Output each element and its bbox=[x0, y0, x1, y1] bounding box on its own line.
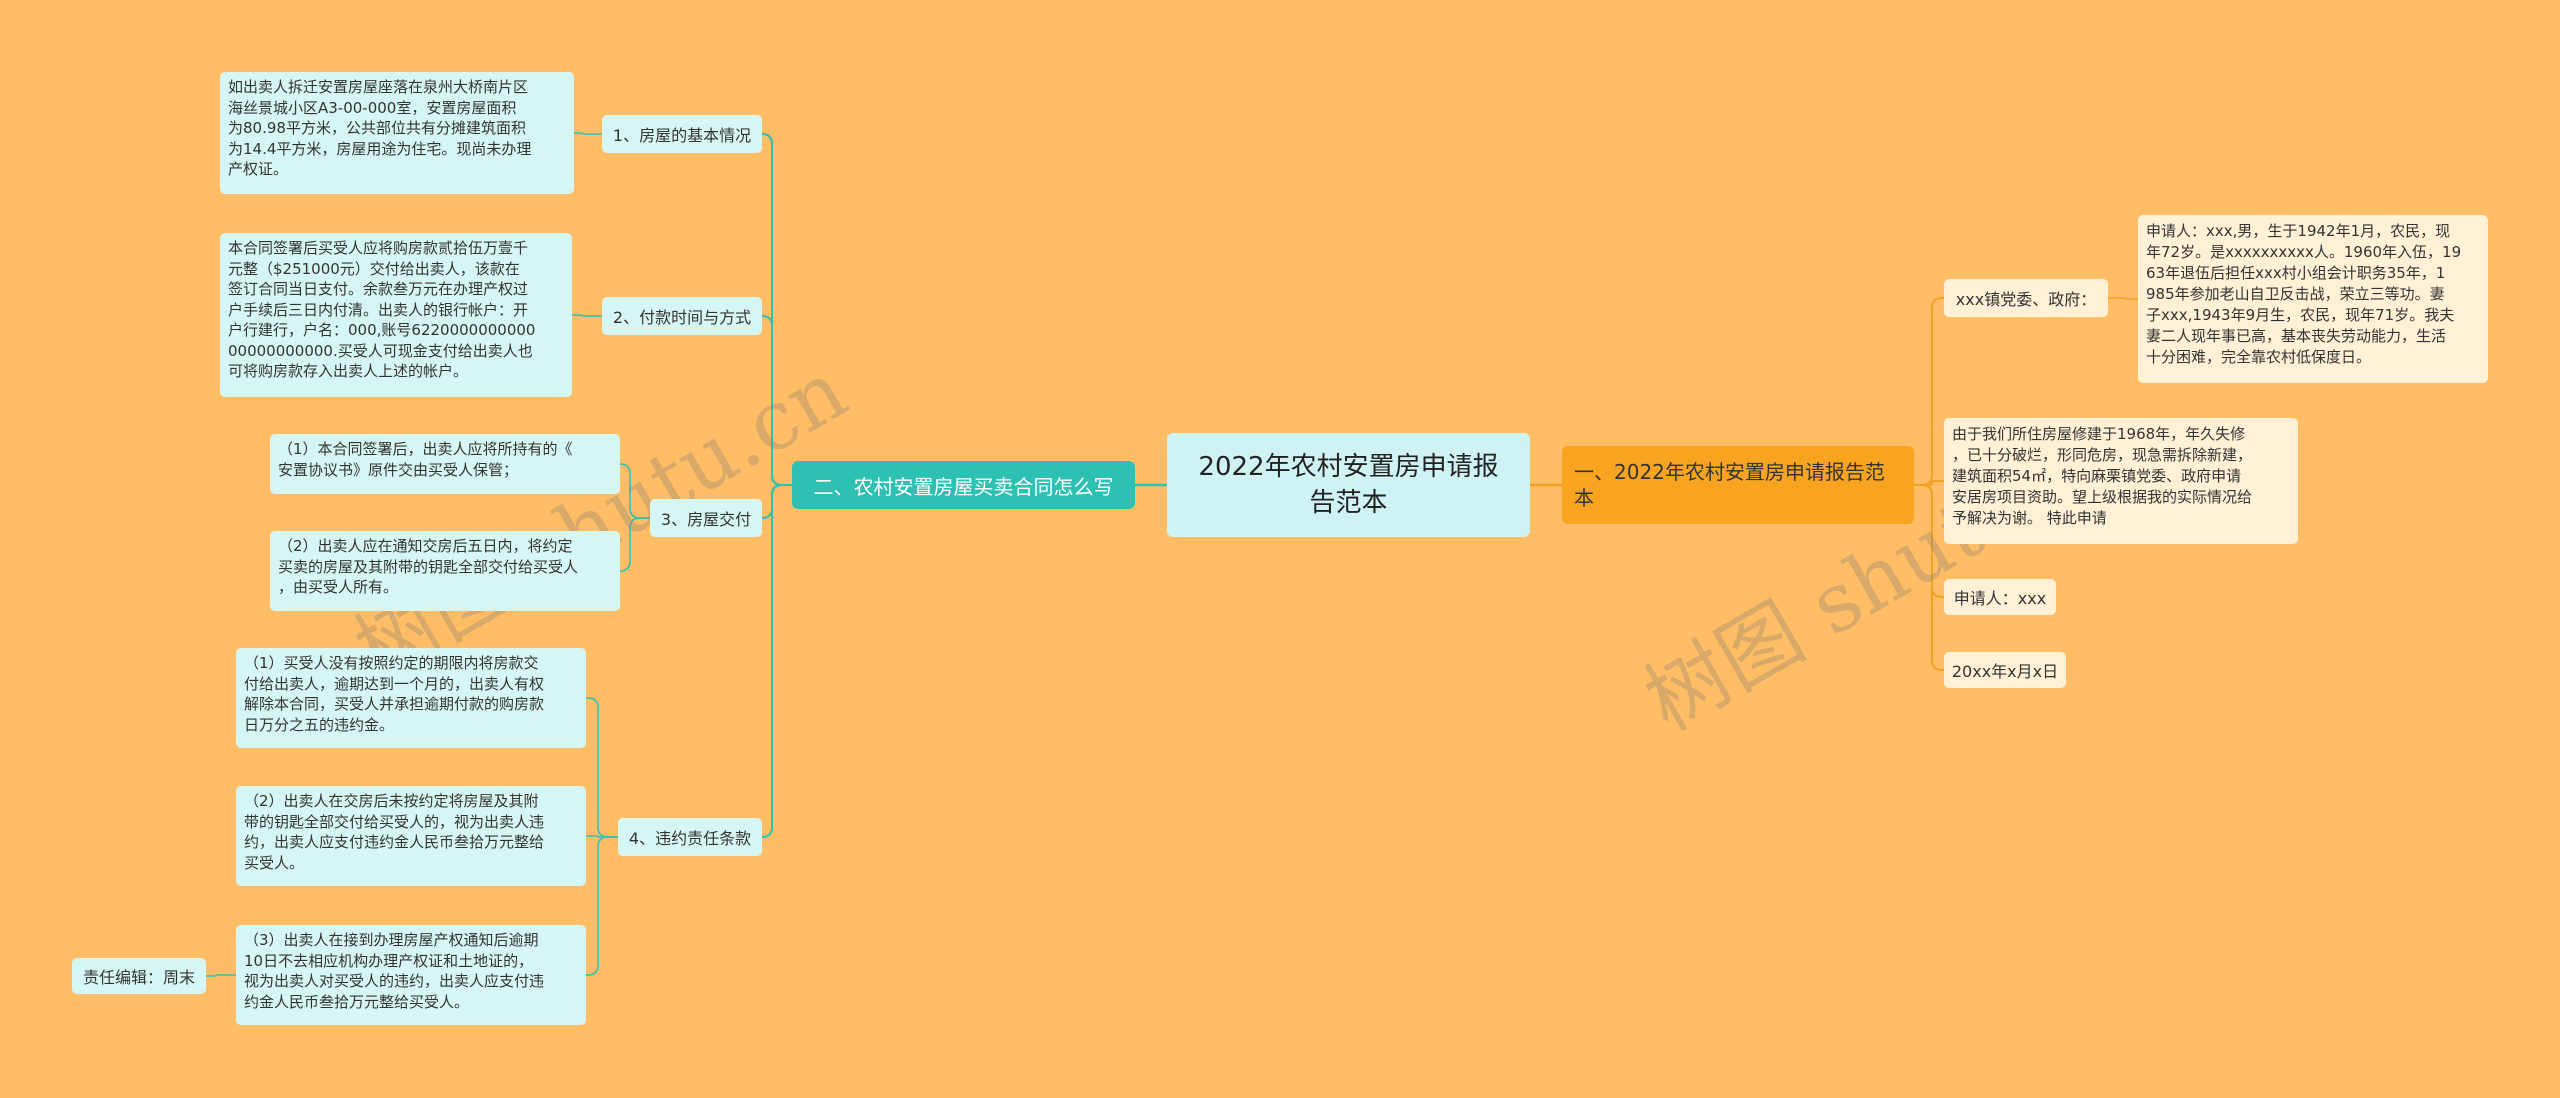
right-subtopic-4[interactable]: 20xx年x月x日 bbox=[1944, 652, 2066, 688]
connector-4 bbox=[761, 484, 792, 519]
left-leaf-3-1[interactable]: （1）本合同签署后，出卖人应将所持有的《 安置协议书》原件交由买受人保管； bbox=[270, 434, 620, 494]
right-leaf-1-1[interactable]: 申请人：xxx,男，生于1942年1月，农民，现 年72岁。是xxxxxxxxx… bbox=[2138, 215, 2488, 383]
right-subtopic-2[interactable]: 由于我们所住房屋修建于1968年，年久失修 ，已十分破烂，形同危房，现急需拆除新… bbox=[1944, 418, 2298, 544]
left-leaf-3-2[interactable]: （2）出卖人应在通知交房后五日内，将约定 买卖的房屋及其附带的钥匙全部交付给买受… bbox=[270, 531, 620, 611]
right-subtopic-1[interactable]: xxx镇党委、政府： bbox=[1944, 279, 2108, 317]
left-subtopic-2[interactable]: 2、付款时间与方式 bbox=[602, 297, 762, 335]
connector-14 bbox=[1914, 297, 1944, 486]
connector-6 bbox=[574, 132, 602, 135]
left-subtopic-3[interactable]: 3、房屋交付 bbox=[650, 499, 762, 537]
left-leaf-4-1[interactable]: （1）买受人没有按照约定的期限内将房款交 付给出卖人，逾期达到一个月的，出卖人有… bbox=[236, 648, 586, 748]
left-leaf-2-1[interactable]: 本合同签署后买受人应将购房款贰拾伍万壹千 元整（$251000元）交付给出卖人，… bbox=[220, 233, 572, 397]
left-leaf-1-1[interactable]: 如出卖人拆迁安置房屋座落在泉州大桥南片区 海丝景城小区A3-00-000室，安置… bbox=[220, 72, 574, 194]
right-subtopic-3[interactable]: 申请人：xxx bbox=[1944, 579, 2056, 615]
connector-13 bbox=[206, 974, 236, 977]
mindmap-canvas: 树图 shutu.cn 树图 shutu.cn 2022年农村安置房申请报 告范… bbox=[0, 0, 2560, 1098]
connector-16 bbox=[1914, 484, 1944, 598]
left-leaf-4-2[interactable]: （2）出卖人在交房后未按约定将房屋及其附 带的钥匙全部交付给买受人的，视为出卖人… bbox=[236, 786, 586, 886]
connector-5 bbox=[761, 484, 792, 838]
left-subtopic-1[interactable]: 1、房屋的基本情况 bbox=[602, 115, 762, 153]
connector-10 bbox=[586, 697, 618, 838]
connector-18 bbox=[2108, 297, 2138, 300]
connector-3 bbox=[761, 315, 792, 486]
left-main-topic[interactable]: 二、农村安置房屋买卖合同怎么写 bbox=[792, 461, 1135, 509]
left-leaf-4-3[interactable]: （3）出卖人在接到办理房屋产权通知后逾期 10日不去相应机构办理产权证和土地证的… bbox=[236, 925, 586, 1025]
root-topic[interactable]: 2022年农村安置房申请报 告范本 bbox=[1167, 433, 1530, 537]
connector-12 bbox=[586, 836, 618, 976]
connector-7 bbox=[572, 314, 602, 317]
connector-9 bbox=[619, 517, 650, 572]
connector-17 bbox=[1914, 484, 1944, 671]
editor-credit: 责任编辑：周末 bbox=[72, 958, 206, 994]
left-subtopic-4[interactable]: 4、违约责任条款 bbox=[618, 818, 762, 856]
connector-8 bbox=[619, 463, 650, 519]
connector-2 bbox=[761, 133, 792, 486]
right-main-topic[interactable]: 一、2022年农村安置房申请报告范 本 bbox=[1562, 446, 1914, 524]
